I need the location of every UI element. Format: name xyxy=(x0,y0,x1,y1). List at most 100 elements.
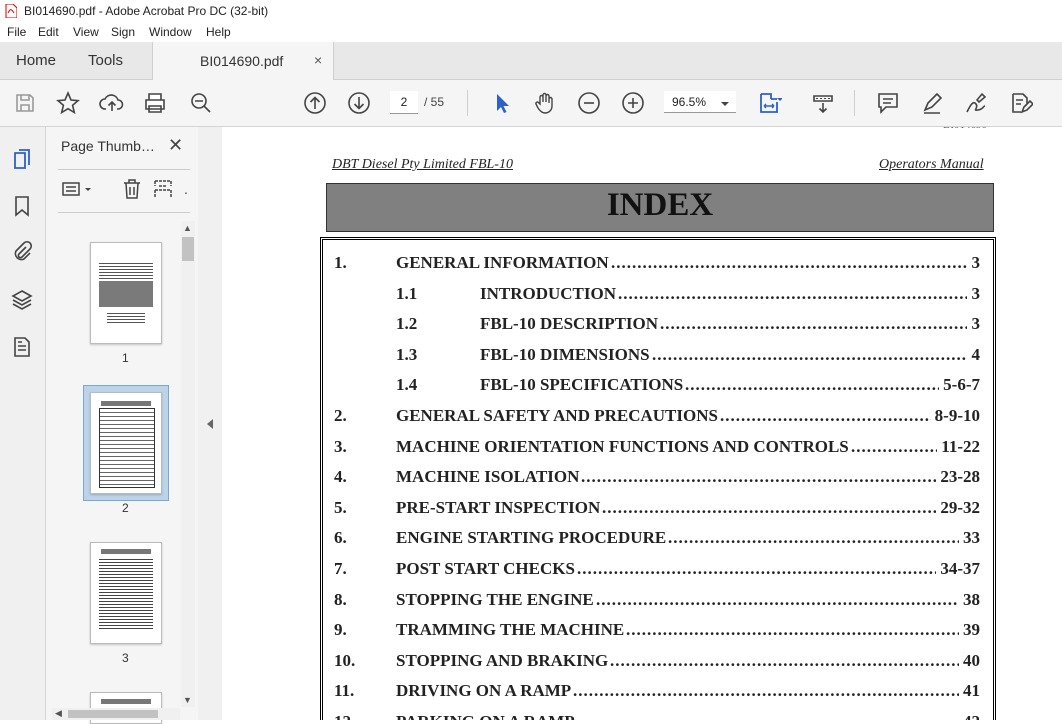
bookmarks-icon[interactable] xyxy=(10,194,34,218)
toc-entry[interactable]: 10. STOPPING AND BRAKING 40...............… xyxy=(334,651,980,675)
toc-dot-leader: ........................................… xyxy=(618,283,967,303)
select-cursor-icon[interactable] xyxy=(489,90,515,116)
toc-page: 5-6-7 xyxy=(943,375,980,395)
toc-text: FBL-10 DESCRIPTION xyxy=(480,314,659,334)
delete-pages-icon[interactable] xyxy=(120,177,144,201)
toc-text: PRE-START INSPECTION xyxy=(396,497,601,517)
toc-entry[interactable]: 1. GENERAL INFORMATION 3..................… xyxy=(334,253,980,277)
scroll-left-arrow-icon[interactable]: ◀ xyxy=(55,708,62,719)
toc-entry[interactable]: 3. MACHINE ORIENTATION FUNCTIONS AND CONT… xyxy=(334,437,980,461)
tab-document[interactable]: BI014690.pdf × xyxy=(152,42,334,80)
panel-title: Page Thumb… xyxy=(61,138,155,154)
toc-number: 1. xyxy=(334,253,347,272)
extract-pages-icon[interactable] xyxy=(152,177,176,201)
document-properties-icon[interactable] xyxy=(10,335,34,359)
toc-number: 12. xyxy=(334,712,355,720)
toc-entry[interactable]: 2. GENERAL SAFETY AND PRECAUTIONS 8-9-10..… xyxy=(334,406,980,430)
toc-dot-leader: ........................................… xyxy=(720,406,931,425)
zoom-search-icon[interactable] xyxy=(188,90,214,116)
toc-subnumber: 1.1 xyxy=(396,283,418,303)
page-number-input[interactable]: 2 xyxy=(390,91,418,114)
more-tools-icon[interactable]: . xyxy=(184,181,188,197)
zoom-dropdown-chevron-icon[interactable] xyxy=(712,90,738,116)
page-thumbnail-3[interactable] xyxy=(90,542,162,644)
collapse-panel-arrow-icon[interactable] xyxy=(207,419,213,429)
index-title: INDEX xyxy=(606,187,714,223)
toolbar-divider xyxy=(467,90,468,116)
toc-text: FBL-10 SPECIFICATIONS xyxy=(480,375,684,395)
scroll-down-arrow-icon[interactable]: ▼ xyxy=(183,695,192,705)
panel-divider xyxy=(58,212,190,213)
thumbnail-scrollbar[interactable]: ▲ ▼ xyxy=(181,221,195,707)
toc-entry[interactable]: 7. POST START CHECKS 34-37................… xyxy=(334,559,980,583)
close-panel-icon[interactable]: ✕ xyxy=(168,135,183,156)
scrollbar-thumb[interactable] xyxy=(182,237,194,261)
scroll-up-arrow-icon[interactable]: ▲ xyxy=(183,223,192,233)
page-thumbnail-1[interactable] xyxy=(90,242,162,344)
toc-entry[interactable]: 1.4 FBL-10 SPECIFICATIONS 5-6-7...........… xyxy=(334,375,980,399)
menu-window[interactable]: Window xyxy=(149,25,192,39)
toc-page: 23-28 xyxy=(940,467,980,487)
menu-sign[interactable]: Sign xyxy=(111,25,135,39)
print-icon[interactable] xyxy=(142,90,168,116)
fit-page-icon[interactable] xyxy=(756,90,782,116)
zoom-in-icon[interactable] xyxy=(620,90,646,116)
document-view[interactable]: BI014690 DBT Diesel Pty Limited FBL-10 O… xyxy=(222,127,1062,720)
toc-text: INTRODUCTION xyxy=(480,283,617,303)
toolbar: 2 / 55 96.5% xyxy=(0,80,1062,127)
scrollbar-thumb[interactable] xyxy=(68,710,158,718)
toc-text: FBL-10 DIMENSIONS xyxy=(480,344,650,364)
toc-text: MACHINE ISOLATION xyxy=(396,467,580,487)
page-thumbnails-icon[interactable] xyxy=(10,147,34,171)
panel-collapse-strip[interactable] xyxy=(198,127,223,720)
toc-entry[interactable]: 11. DRIVING ON A RAMP 41..................… xyxy=(334,681,980,705)
menu-help[interactable]: Help xyxy=(206,25,231,39)
thumbnail-horizontal-scrollbar[interactable]: ◀ xyxy=(52,708,180,720)
menu-edit[interactable]: Edit xyxy=(38,25,59,39)
upload-cloud-icon[interactable] xyxy=(99,90,125,116)
toc-page: 3 xyxy=(971,283,981,303)
zoom-out-icon[interactable] xyxy=(576,90,602,116)
toc-dot-leader: ........................................… xyxy=(581,467,936,487)
highlight-pen-icon[interactable] xyxy=(919,90,945,116)
menu-file[interactable]: File xyxy=(7,25,26,39)
attachments-paperclip-icon[interactable] xyxy=(10,240,34,264)
thumbnail-label: 3 xyxy=(122,651,129,665)
toc-entry[interactable]: 6. ENGINE STARTING PROCEDURE 33...........… xyxy=(334,528,980,552)
tab-home[interactable]: Home xyxy=(16,52,56,69)
toc-dot-leader: ........................................… xyxy=(660,314,967,334)
menu-view[interactable]: View xyxy=(73,25,99,39)
toc-number: 2. xyxy=(334,406,347,425)
toc-entry[interactable]: 9. TRAMMING THE MACHINE 39................… xyxy=(334,620,980,644)
bookmark-star-icon[interactable] xyxy=(55,90,81,116)
thumbnail-options-icon[interactable] xyxy=(60,177,96,201)
scrolling-mode-icon[interactable] xyxy=(810,90,836,116)
close-tab-icon[interactable]: × xyxy=(314,52,322,68)
toc-entry[interactable]: 8. STOPPING THE ENGINE 38.................… xyxy=(334,590,980,614)
page-thumbnails-panel: Page Thumb… ✕ . 1 2 3 ▲ ▼ ◀ xyxy=(46,127,199,724)
page-thumbnail-2[interactable] xyxy=(90,392,162,494)
document-header-right: Operators Manual xyxy=(879,157,984,172)
fill-sign-icon[interactable] xyxy=(1007,90,1033,116)
toc-entry[interactable]: 12. PARKING ON A RAMP 42..................… xyxy=(334,712,980,720)
page-corner-code: BI014690 xyxy=(943,127,987,131)
toc-entry[interactable]: 1.3 FBL-10 DIMENSIONS 4...................… xyxy=(334,345,980,369)
toc-entry[interactable]: 4. MACHINE ISOLATION 23-28................… xyxy=(334,467,980,491)
toc-entry[interactable]: 1.2 FBL-10 DESCRIPTION 3..................… xyxy=(334,314,980,338)
hand-tool-icon[interactable] xyxy=(532,90,558,116)
tab-tools[interactable]: Tools xyxy=(88,52,123,69)
layers-icon[interactable] xyxy=(10,288,34,312)
toc-text: TRAMMING THE MACHINE xyxy=(396,620,625,640)
comment-icon[interactable] xyxy=(875,90,901,116)
previous-page-icon[interactable] xyxy=(302,90,328,116)
next-page-icon[interactable] xyxy=(346,90,372,116)
toc-page: 41 xyxy=(963,681,980,701)
toc-entry[interactable]: 5. PRE-START INSPECTION 29-32.............… xyxy=(334,498,980,522)
document-tab-label: BI014690.pdf xyxy=(200,53,284,69)
draw-signature-icon[interactable] xyxy=(963,90,989,116)
toc-entry[interactable]: 1.1 INTRODUCTION 3........................… xyxy=(334,284,980,308)
window-title: BI014690.pdf - Adobe Acrobat Pro DC (32-… xyxy=(24,4,269,18)
toc-page: 33 xyxy=(963,528,980,548)
save-icon[interactable] xyxy=(12,90,38,116)
toc-subnumber: 1.3 xyxy=(396,344,418,364)
